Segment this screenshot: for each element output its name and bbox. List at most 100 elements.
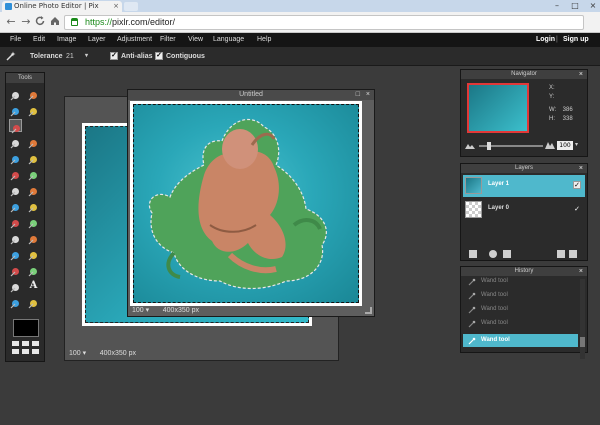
crop-icon[interactable] bbox=[9, 87, 22, 101]
lasso-icon[interactable] bbox=[27, 103, 40, 117]
new-tab-button[interactable] bbox=[124, 2, 138, 11]
tab-close-icon[interactable]: × bbox=[113, 1, 119, 12]
layer-row-layer-0[interactable]: Layer 0 ✓ bbox=[463, 199, 585, 221]
menu-adjustment[interactable]: Adjustment bbox=[117, 36, 152, 43]
layer-style-icon[interactable] bbox=[503, 250, 511, 258]
drawing-icon[interactable] bbox=[27, 183, 40, 197]
contiguous-checkbox[interactable]: ✓ bbox=[155, 52, 163, 60]
maximize-document-icon[interactable]: □ bbox=[356, 90, 360, 100]
history-scrollbar-thumb[interactable] bbox=[580, 337, 585, 347]
gradient-icon[interactable] bbox=[9, 167, 22, 181]
signup-link[interactable]: Sign up bbox=[563, 36, 589, 43]
menu-view[interactable]: View bbox=[188, 36, 203, 43]
tools-title: Tools bbox=[6, 73, 44, 83]
navigator-title-text: Navigator bbox=[511, 71, 537, 77]
browser-tab-strip: Online Photo Editor | Pix × – □ × bbox=[0, 0, 600, 12]
new-layer-icon[interactable] bbox=[557, 250, 565, 258]
minimize-icon[interactable]: – bbox=[548, 0, 566, 12]
menu-image[interactable]: Image bbox=[57, 36, 76, 43]
menu-help[interactable]: Help bbox=[257, 36, 271, 43]
layer-1-visibility-checkbox[interactable]: ✓ bbox=[573, 181, 581, 189]
zoom-in-mountain-icon[interactable] bbox=[545, 141, 555, 149]
tolerance-label: Tolerance bbox=[30, 53, 63, 60]
magic-wand-icon bbox=[6, 51, 16, 61]
menu-layer[interactable]: Layer bbox=[88, 36, 106, 43]
layer-0-visibility-checkbox[interactable]: ✓ bbox=[573, 205, 581, 213]
eyedropper-icon[interactable] bbox=[9, 279, 22, 293]
history-title-text: History bbox=[514, 268, 534, 274]
marquee-icon[interactable] bbox=[9, 103, 22, 117]
navigator-zoom-input[interactable]: 100 bbox=[557, 141, 573, 150]
dodge-icon[interactable] bbox=[9, 263, 22, 277]
menu-language[interactable]: Language bbox=[213, 36, 244, 43]
zoom-value[interactable]: 100 bbox=[132, 307, 144, 314]
primary-color-swatch[interactable] bbox=[13, 319, 39, 337]
navigator-zoom-row: 100 ▾ bbox=[465, 141, 583, 151]
navigator-close-icon[interactable]: × bbox=[579, 70, 583, 79]
history-item[interactable]: Wand tool bbox=[463, 317, 578, 330]
document-canvas[interactable] bbox=[130, 101, 362, 306]
zoom-value-back[interactable]: 100 bbox=[69, 350, 81, 357]
magic-wand-icon[interactable] bbox=[9, 119, 22, 134]
document-titlebar[interactable]: Untitled □ × bbox=[128, 90, 374, 100]
history-close-icon[interactable]: × bbox=[579, 267, 583, 276]
canvas-size-back: 400x350 px bbox=[99, 350, 136, 357]
browser-tab[interactable]: Online Photo Editor | Pix × bbox=[2, 1, 122, 12]
color-replace-icon[interactable] bbox=[9, 183, 22, 197]
zoom-icon[interactable] bbox=[27, 295, 40, 309]
menu-edit[interactable]: Edit bbox=[33, 36, 45, 43]
blur-icon[interactable] bbox=[27, 231, 40, 245]
history-item[interactable]: Wand tool bbox=[463, 275, 578, 288]
forward-icon[interactable]: → bbox=[19, 15, 33, 29]
bucket-icon[interactable] bbox=[27, 151, 40, 165]
document-window-front[interactable]: Untitled □ × 100 ▾ 400x350 px bbox=[127, 89, 375, 317]
layer-1-name: Layer 1 bbox=[488, 181, 510, 187]
red-eye-icon[interactable] bbox=[27, 215, 40, 229]
zoom-slider-handle[interactable] bbox=[487, 142, 491, 150]
layers-close-icon[interactable]: × bbox=[579, 164, 583, 173]
pencil-icon[interactable] bbox=[9, 135, 22, 149]
document-title: Untitled bbox=[239, 91, 263, 98]
maximize-icon[interactable]: □ bbox=[566, 0, 584, 12]
spot-heal-icon[interactable] bbox=[9, 199, 22, 213]
history-item-active[interactable]: Wand tool bbox=[463, 334, 578, 347]
login-link[interactable]: Login bbox=[536, 36, 555, 43]
eraser-icon[interactable] bbox=[9, 151, 22, 165]
pinch-icon[interactable] bbox=[9, 215, 22, 229]
view-mode-icon[interactable] bbox=[12, 341, 40, 357]
reload-icon[interactable] bbox=[33, 15, 47, 29]
menu-file[interactable]: File bbox=[10, 36, 21, 43]
sharpen-icon[interactable] bbox=[9, 247, 22, 261]
anti-alias-checkbox[interactable]: ✓ bbox=[110, 52, 118, 60]
wand-history-icon bbox=[468, 337, 476, 345]
bloat-icon[interactable] bbox=[27, 199, 40, 213]
url-field[interactable]: https://pixlr.com/editor/ bbox=[64, 15, 584, 30]
clone-stamp-icon[interactable] bbox=[27, 167, 40, 181]
delete-layer-icon[interactable] bbox=[569, 250, 577, 258]
window-close-icon[interactable]: × bbox=[584, 0, 600, 12]
hand-icon[interactable] bbox=[9, 295, 22, 309]
history-item[interactable]: Wand tool bbox=[463, 289, 578, 302]
zoom-out-mountain-icon[interactable] bbox=[465, 141, 475, 149]
tolerance-dropdown-icon[interactable]: ▾ bbox=[85, 52, 88, 59]
tolerance-input[interactable]: 21 bbox=[66, 53, 74, 60]
back-icon[interactable]: ← bbox=[4, 15, 18, 29]
text-icon[interactable]: A bbox=[27, 279, 40, 292]
history-scrollbar[interactable] bbox=[580, 279, 585, 359]
layer-settings-icon[interactable] bbox=[469, 250, 477, 258]
home-icon[interactable] bbox=[48, 15, 62, 29]
history-item[interactable]: Wand tool bbox=[463, 303, 578, 316]
close-document-icon[interactable]: × bbox=[366, 90, 370, 100]
sponge-icon[interactable] bbox=[9, 231, 22, 245]
menu-filter[interactable]: Filter bbox=[160, 36, 176, 43]
layer-mask-icon[interactable] bbox=[489, 250, 497, 258]
burn-icon[interactable] bbox=[27, 263, 40, 277]
layer-row-layer-1[interactable]: Layer 1 ✓ bbox=[463, 175, 585, 197]
tool-options-bar: Tolerance 21 ▾ ✓ Anti-alias ✓ Contiguous bbox=[0, 47, 600, 66]
resize-grip-icon[interactable] bbox=[365, 307, 372, 314]
navigator-zoom-dropdown-icon[interactable]: ▾ bbox=[575, 141, 578, 148]
move-icon[interactable] bbox=[27, 87, 40, 101]
smudge-icon[interactable] bbox=[27, 247, 40, 261]
navigator-thumbnail[interactable] bbox=[467, 83, 529, 133]
brush-icon[interactable] bbox=[27, 135, 40, 149]
